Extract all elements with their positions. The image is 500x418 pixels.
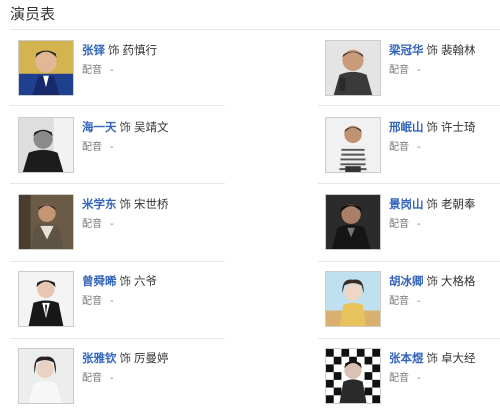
actor-name-link[interactable]: 张本煜	[389, 351, 424, 365]
row-divider	[318, 183, 500, 184]
row-divider	[10, 261, 225, 262]
role-name: 药慎行	[122, 43, 158, 57]
cast-card: 胡冰卿饰大格格 配音 -	[325, 271, 500, 341]
dub-value: -	[110, 296, 114, 307]
row-divider	[318, 105, 500, 106]
title-divider	[10, 29, 500, 30]
actor-name-link[interactable]: 梁冠华	[389, 43, 424, 57]
dub-value: -	[417, 296, 421, 307]
cast-card: 曾舜晞饰六爷 配音 -	[18, 271, 198, 341]
dub-value: -	[110, 65, 114, 76]
actor-name-link[interactable]: 曾舜晞	[82, 274, 117, 288]
as-label: 饰	[119, 120, 132, 134]
row-divider	[318, 338, 500, 339]
actor-photo[interactable]	[325, 348, 381, 404]
cast-card: 邢岷山饰许士琦 配音 -	[325, 117, 500, 187]
actor-photo[interactable]	[18, 194, 74, 250]
role-name: 六爷	[134, 274, 157, 288]
as-label: 饰	[426, 274, 439, 288]
actor-photo[interactable]	[325, 271, 381, 327]
role-name: 卓大经	[441, 351, 476, 365]
dub-value: -	[110, 219, 114, 230]
role-name: 吴靖文	[134, 120, 169, 134]
row-divider	[10, 338, 225, 339]
actor-name-link[interactable]: 景岗山	[389, 197, 424, 211]
dub-value: -	[110, 373, 114, 384]
dub-value: -	[417, 142, 421, 153]
dub-label: 配音	[82, 296, 102, 307]
dub-value: -	[417, 65, 421, 76]
cast-card: 海一天饰吴靖文 配音 -	[18, 117, 198, 187]
actor-photo[interactable]	[325, 117, 381, 173]
as-label: 饰	[426, 43, 439, 57]
as-label: 饰	[426, 351, 439, 365]
row-divider	[318, 261, 500, 262]
cast-card: 米学东饰宋世桥 配音 -	[18, 194, 198, 264]
role-name: 大格格	[441, 274, 476, 288]
cast-card: 张本煜饰卓大经 配音 -	[325, 348, 500, 418]
as-label: 饰	[108, 43, 120, 57]
actor-name-link[interactable]: 海一天	[82, 120, 117, 134]
dub-value: -	[417, 219, 421, 230]
actor-photo[interactable]	[325, 40, 381, 96]
as-label: 饰	[119, 197, 132, 211]
dub-label: 配音	[82, 142, 102, 153]
cast-card: 张雅钦饰厉曼婷 配音 -	[18, 348, 198, 418]
actor-photo[interactable]	[18, 40, 74, 96]
dub-label: 配音	[389, 219, 409, 230]
row-divider	[10, 183, 225, 184]
dub-label: 配音	[389, 65, 409, 76]
dub-label: 配音	[389, 373, 409, 384]
actor-name-link[interactable]: 张铎	[82, 43, 105, 57]
role-name: 老朝奉	[441, 197, 476, 211]
as-label: 饰	[119, 351, 132, 365]
role-name: 厉曼婷	[134, 351, 169, 365]
dub-label: 配音	[82, 65, 102, 76]
actor-photo[interactable]	[18, 117, 74, 173]
dub-label: 配音	[389, 142, 409, 153]
dub-label: 配音	[389, 296, 409, 307]
cast-card: 梁冠华饰裴翰林 配音 -	[325, 40, 500, 110]
role-name: 宋世桥	[134, 197, 169, 211]
section-title: 演员表	[10, 5, 56, 23]
as-label: 饰	[426, 197, 439, 211]
dub-label: 配音	[82, 373, 102, 384]
actor-photo[interactable]	[325, 194, 381, 250]
actor-name-link[interactable]: 邢岷山	[389, 120, 424, 134]
cast-card: 景岗山饰老朝奉 配音 -	[325, 194, 500, 264]
as-label: 饰	[119, 274, 132, 288]
actor-name-link[interactable]: 胡冰卿	[389, 274, 424, 288]
dub-value: -	[417, 373, 421, 384]
cast-card: 张铎饰药慎行 配音 -	[18, 40, 198, 110]
role-name: 许士琦	[441, 120, 476, 134]
dub-value: -	[110, 142, 114, 153]
dub-label: 配音	[82, 219, 102, 230]
role-name: 裴翰林	[441, 43, 476, 57]
actor-photo[interactable]	[18, 271, 74, 327]
as-label: 饰	[426, 120, 439, 134]
actor-name-link[interactable]: 张雅钦	[82, 351, 117, 365]
actor-name-link[interactable]: 米学东	[82, 197, 117, 211]
row-divider	[10, 105, 225, 106]
actor-photo[interactable]	[18, 348, 74, 404]
